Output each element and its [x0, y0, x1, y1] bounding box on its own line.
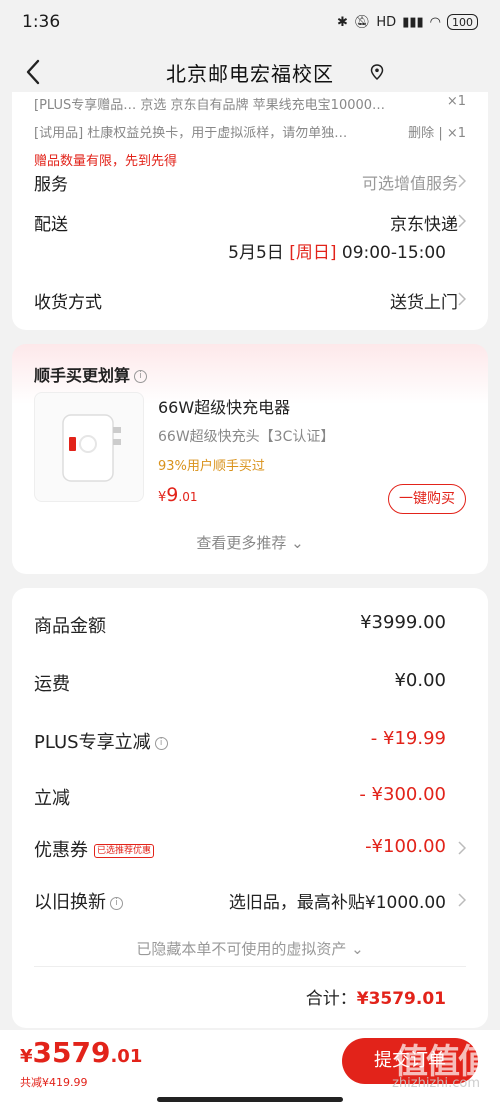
- order-total: 合计：¥3579.01: [306, 984, 446, 1009]
- delete-gift-button[interactable]: 删除: [408, 126, 434, 141]
- coupon-badge: 已选推荐优惠: [94, 844, 155, 858]
- addon-card: 顺手买更划算 i 66W超级快充电器 66W超级快充头【3C认证】 93%用户顺手…: [12, 344, 488, 574]
- gift-notice: 赠品数量有限，先到先得: [34, 154, 178, 169]
- shipping-label: 运费: [34, 674, 70, 695]
- plus-discount-label-text: PLUS专享立减: [34, 732, 151, 753]
- chevron-right-icon: [458, 214, 466, 228]
- chevron-right-icon: [458, 174, 466, 188]
- receive-method-label: 收货方式: [34, 293, 102, 313]
- product-thumbnail[interactable]: [34, 392, 144, 502]
- chevron-right-icon: [458, 292, 466, 306]
- delivery-value: 京东快递: [390, 215, 458, 235]
- delivery-time[interactable]: 5月5日 [周日] 09:00-15:00: [228, 238, 446, 263]
- info-icon[interactable]: i: [154, 736, 168, 750]
- receive-method-value: 送货上门: [390, 293, 458, 313]
- coupon-value: -¥100.00: [365, 836, 446, 857]
- delivery-weekday: [周日]: [289, 243, 337, 263]
- service-label: 服务: [34, 175, 68, 195]
- service-value: 可选增值服务: [361, 174, 458, 193]
- product-subtitle: 66W超级快充头【3C认证】: [158, 429, 335, 445]
- price-integer: 3579: [32, 1036, 111, 1069]
- info-icon[interactable]: i: [110, 896, 123, 910]
- divider: [34, 966, 466, 967]
- info-icon[interactable]: i: [134, 370, 148, 383]
- total-label: 合计：: [305, 989, 357, 1009]
- shipping-value: ¥0.00: [394, 670, 446, 691]
- goods-amount-value: ¥3999.00: [360, 612, 446, 633]
- total-discount: 共减¥419.99: [20, 1076, 88, 1089]
- more-recommendations-link[interactable]: 查看更多推荐 ⌄: [12, 532, 488, 553]
- addon-title-text: 顺手买更划算: [34, 366, 131, 385]
- product-name[interactable]: 66W超级快充电器: [158, 394, 290, 418]
- delivery-window: 09:00-15:00: [341, 243, 446, 263]
- coupon-label-text: 优惠券: [34, 840, 88, 861]
- one-click-buy-button[interactable]: 一键购买: [388, 484, 466, 514]
- product-price: ¥9.01: [158, 484, 197, 506]
- gift-item-text: [试用品] 杜康权益兑换卡，用于虚拟派样，请勿单独…: [34, 126, 348, 141]
- price-symbol: ¥: [20, 1046, 33, 1067]
- trade-in-value: 选旧品，最高补贴¥1000.00: [228, 893, 446, 913]
- price-decimal: .01: [178, 490, 198, 504]
- bluetooth-icon: ✱: [336, 14, 348, 30]
- delivery-date: 5月5日: [228, 243, 284, 263]
- coupon-label: 优惠券 已选推荐优惠: [34, 836, 155, 862]
- watermark-url: zhizhizhi.com: [392, 1076, 480, 1091]
- gift-item: [试用品] 杜康权益兑换卡，用于虚拟派样，请勿单独… 删除 | ×1: [34, 122, 466, 141]
- price-summary-card: 商品金额 ¥3999.00 运费 ¥0.00 PLUS专享立减 i - ¥19.9…: [12, 588, 488, 1028]
- gift-item-actions: 删除 | ×1: [404, 122, 466, 141]
- gift-item-count: ×1: [442, 94, 466, 109]
- checkout-price: ¥3579.01: [20, 1036, 142, 1069]
- status-icons: ✱ 🔕︎ HD ▮▮▮ ◠ 100: [337, 14, 478, 30]
- price-decimal: .01: [110, 1046, 143, 1067]
- status-time: 1:36: [22, 12, 61, 32]
- chevron-right-icon: [458, 893, 466, 907]
- hidden-assets-toggle[interactable]: 已隐藏本单不可使用的虚拟资产 ⌄: [12, 938, 488, 959]
- trade-in-label-text: 以旧换新: [34, 892, 106, 913]
- page-title: 北京邮电宏福校区: [166, 61, 334, 86]
- charger-image: [62, 414, 121, 482]
- instant-discount-value: - ¥300.00: [359, 784, 446, 805]
- price-integer: 9: [166, 484, 179, 506]
- addon-title: 顺手买更划算 i: [34, 362, 148, 386]
- goods-amount-label: 商品金额: [34, 616, 106, 637]
- plus-discount-value: - ¥19.99: [370, 728, 446, 749]
- product-tag: 93%用户顺手买过: [158, 459, 265, 474]
- gift-item-count: ×1: [446, 126, 466, 141]
- home-indicator[interactable]: [157, 1097, 343, 1102]
- instant-discount-label: 立减: [34, 788, 70, 809]
- gift-item: [PLUS专享赠品… 京选 京东自有品牌 苹果线充电宝10000… ×1: [34, 94, 466, 113]
- location-pin-icon[interactable]: [370, 64, 384, 80]
- trade-in-label: 以旧换新 i: [34, 888, 123, 914]
- signal-icon: HD: [376, 14, 397, 30]
- back-arrow-icon[interactable]: [22, 58, 46, 86]
- mute-icon: 🔕︎: [353, 14, 371, 30]
- wifi-icon: ◠: [429, 14, 441, 30]
- delivery-label: 配送: [34, 215, 68, 235]
- plus-discount-label: PLUS专享立减 i: [34, 728, 168, 754]
- signal-bars-icon: ▮▮▮: [402, 14, 424, 30]
- chevron-right-icon: [458, 841, 466, 855]
- order-info-card: [PLUS专享赠品… 京选 京东自有品牌 苹果线充电宝10000… ×1 [试用…: [12, 92, 488, 330]
- battery-icon: 100: [447, 14, 478, 30]
- total-value: ¥3579.01: [356, 989, 446, 1009]
- status-bar: 1:36 ✱ 🔕︎ HD ▮▮▮ ◠ 100: [0, 0, 500, 44]
- gift-item-text: [PLUS专享赠品… 京选 京东自有品牌 苹果线充电宝10000…: [34, 98, 386, 113]
